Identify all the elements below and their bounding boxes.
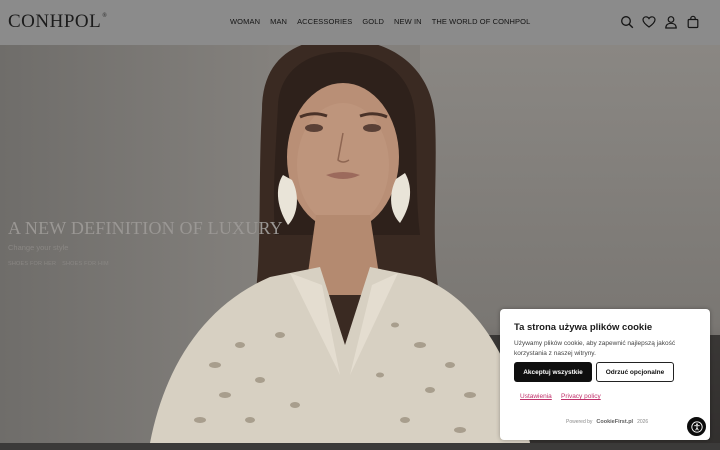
accessibility-button[interactable] xyxy=(686,416,707,437)
cookiefirst-logo[interactable]: CookieFirst.pl xyxy=(596,419,633,425)
bag-icon[interactable] xyxy=(686,15,700,29)
accessibility-icon xyxy=(690,420,703,433)
nav-new-in[interactable]: NEW IN xyxy=(394,17,422,26)
heart-icon[interactable] xyxy=(642,15,656,29)
nav-world-of-conhpol[interactable]: THE WORLD OF CONHPOL xyxy=(432,17,531,26)
search-icon[interactable] xyxy=(620,15,634,29)
nav-gold[interactable]: GOLD xyxy=(362,17,384,26)
user-icon[interactable] xyxy=(664,15,678,29)
cookie-description: Używamy plików cookie, aby zapewnić najl… xyxy=(514,340,676,357)
reject-optional-button[interactable]: Odrzuć opcjonalne xyxy=(596,362,674,382)
hero-links: SHOES FOR HER SHOES FOR HIM xyxy=(8,261,109,267)
powered-by: Powered by CookieFirst.pl 2026 xyxy=(566,419,648,425)
powered-by-label: Powered by xyxy=(566,419,593,425)
nav-woman[interactable]: WOMAN xyxy=(230,17,260,26)
main-nav: WOMAN MAN ACCESSORIES GOLD NEW IN THE WO… xyxy=(230,17,530,26)
nav-accessories[interactable]: ACCESSORIES xyxy=(297,17,352,26)
site-header: CONHPOL® WOMAN MAN ACCESSORIES GOLD NEW … xyxy=(0,0,720,45)
nav-man[interactable]: MAN xyxy=(270,17,287,26)
page-bottom-strip xyxy=(0,443,720,450)
accept-all-button[interactable]: Akceptuj wszystkie xyxy=(514,362,592,382)
header-icons xyxy=(620,15,700,29)
powered-year: 2026 xyxy=(637,419,649,425)
link-shoes-for-him[interactable]: SHOES FOR HIM xyxy=(62,261,109,267)
hero-title: A NEW DEFINITION OF LUXURY xyxy=(8,218,283,238)
hero-subtitle: Change your style xyxy=(8,243,69,252)
brand-logo[interactable]: CONHPOL® xyxy=(8,11,107,33)
cookie-title: Ta strona używa plików cookie xyxy=(514,322,653,333)
cookie-consent-dialog: Ta strona używa plików cookie Używamy pl… xyxy=(500,309,710,440)
logo-text: CONHPOL xyxy=(8,11,102,32)
cookie-settings-link[interactable]: Ustawienia xyxy=(520,393,552,400)
privacy-policy-link[interactable]: Privacy policy xyxy=(561,393,601,400)
link-shoes-for-her[interactable]: SHOES FOR HER xyxy=(8,261,56,267)
logo-mark: ® xyxy=(102,13,108,19)
